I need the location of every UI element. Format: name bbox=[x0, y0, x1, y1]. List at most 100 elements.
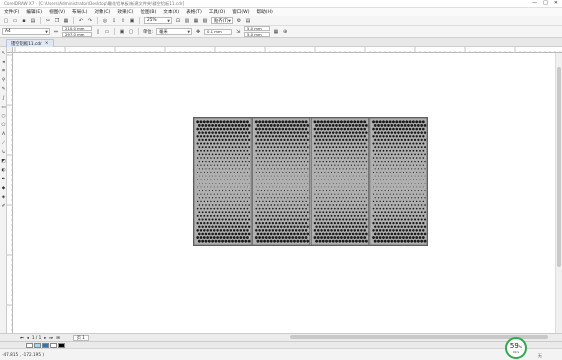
cursor-coordinates: -47.815 , -172.195 ) bbox=[2, 352, 44, 357]
publish-pdf-icon[interactable]: ▣ bbox=[129, 18, 135, 24]
previous-page-icon[interactable]: ◂ bbox=[27, 335, 29, 340]
first-page-icon[interactable]: ⏮ bbox=[20, 335, 24, 340]
menu-edit[interactable]: 编辑(E) bbox=[25, 9, 43, 15]
rectangle-tool-icon[interactable]: ▭ bbox=[1, 105, 6, 110]
menu-window[interactable]: 窗口(W) bbox=[231, 9, 250, 15]
network-speed-gauge[interactable]: 59% 0K/s bbox=[505, 337, 527, 359]
chevron-down-icon: ▼ bbox=[167, 18, 170, 23]
vertical-scroll-thumb[interactable] bbox=[557, 67, 561, 267]
units-select[interactable]: 毫米 ▼ bbox=[156, 28, 193, 35]
menu-table[interactable]: 表格(T) bbox=[185, 9, 203, 15]
rulers-icon[interactable]: ▥ bbox=[184, 18, 190, 24]
maximize-button[interactable]: □ bbox=[543, 0, 548, 6]
vertical-scrollbar[interactable] bbox=[555, 53, 562, 333]
zoom-level-select[interactable]: 25% ▼ bbox=[144, 17, 172, 24]
save-icon[interactable]: ▪ bbox=[21, 18, 27, 24]
close-tab-icon[interactable]: × bbox=[45, 41, 49, 46]
snap-to-select[interactable]: 贴齐(T) ▼ bbox=[211, 17, 233, 24]
document-tab-row: 镂空铝板11.cdr × bbox=[0, 38, 562, 47]
window-controls: — □ ✕ bbox=[532, 0, 558, 6]
menu-bitmaps[interactable]: 位图(B) bbox=[139, 9, 157, 15]
menu-layout[interactable]: 布局(L) bbox=[71, 9, 88, 15]
menu-object[interactable]: 对象(C) bbox=[93, 9, 111, 15]
parallel-dimension-icon[interactable]: ⟋ bbox=[1, 141, 6, 146]
application-launcher-icon[interactable]: ▤ bbox=[245, 18, 251, 24]
close-window-button[interactable]: ✕ bbox=[554, 0, 558, 6]
outline-pen-icon[interactable]: ✐ bbox=[1, 204, 6, 209]
options-icon[interactable]: ⚙ bbox=[236, 18, 242, 24]
menu-text[interactable]: 文本(X) bbox=[162, 9, 180, 15]
all-pages-icon[interactable]: ▣ bbox=[119, 29, 125, 35]
perforated-panel-artwork[interactable] bbox=[193, 117, 428, 246]
connector-tool-icon[interactable]: ↳ bbox=[1, 150, 6, 155]
cut-icon[interactable]: ✂ bbox=[45, 18, 51, 24]
search-content-icon[interactable]: ◎ bbox=[102, 18, 108, 24]
menu-tools[interactable]: 工具(O) bbox=[208, 9, 226, 15]
new-document-icon[interactable]: ▢ bbox=[3, 18, 9, 24]
drop-shadow-icon[interactable]: ◩ bbox=[1, 159, 6, 164]
units-label: 单位: bbox=[143, 29, 154, 35]
paste-icon[interactable]: ▦ bbox=[63, 18, 69, 24]
nudge-distance-field[interactable]: 0.1 mm bbox=[204, 28, 233, 35]
import-icon[interactable]: ⇩ bbox=[111, 18, 117, 24]
artistic-media-icon[interactable]: ∫ bbox=[1, 96, 6, 101]
document-tab[interactable]: 镂空铝板11.cdr × bbox=[6, 39, 54, 47]
current-page-icon[interactable]: ▢ bbox=[128, 29, 134, 35]
menu-file[interactable]: 文件(F) bbox=[3, 9, 20, 15]
last-page-icon[interactable]: ⏭ bbox=[49, 335, 53, 340]
minimize-button[interactable]: — bbox=[532, 0, 537, 6]
ellipse-tool-icon[interactable]: ○ bbox=[1, 114, 6, 119]
eyedropper-tool-icon[interactable]: ✒ bbox=[1, 177, 6, 182]
palette-swatch[interactable] bbox=[58, 342, 65, 348]
paper-size-select[interactable]: A4 ▼ bbox=[2, 28, 50, 35]
redo-icon[interactable]: ↷ bbox=[87, 18, 93, 24]
print-icon[interactable]: ▤ bbox=[30, 18, 36, 24]
interactive-fill-icon[interactable]: ◆ bbox=[1, 186, 6, 191]
landscape-icon[interactable]: ▭ bbox=[104, 29, 110, 35]
zoom-tool-icon[interactable]: ⚲ bbox=[1, 78, 6, 83]
crop-tool-icon[interactable]: ⌗ bbox=[1, 69, 6, 74]
grid-icon[interactable]: ▦ bbox=[193, 18, 199, 24]
menu-help[interactable]: 帮助(H) bbox=[256, 9, 274, 15]
title-bar: CorelDRAW X7 - [C:\Users\Administrator\D… bbox=[0, 0, 562, 8]
open-folder-icon[interactable]: ▭ bbox=[12, 18, 18, 24]
duplicate-y-field[interactable]: 5.0 mm bbox=[244, 32, 271, 37]
document-palette bbox=[0, 341, 562, 348]
menu-view[interactable]: 视图(V) bbox=[48, 9, 66, 15]
page-size-fields: 210.0 mm 297.0 mm bbox=[62, 26, 92, 37]
quick-customize-icon[interactable]: ⊕ bbox=[282, 29, 288, 35]
copy-icon[interactable]: ❐ bbox=[54, 18, 60, 24]
undo-icon[interactable]: ↶ bbox=[78, 18, 84, 24]
duplicate-x-field[interactable]: 5.0 mm bbox=[244, 26, 271, 31]
palette-swatch[interactable] bbox=[26, 342, 33, 348]
next-page-icon[interactable]: ▸ bbox=[44, 335, 46, 340]
nudge-icon: ✥ bbox=[195, 28, 201, 35]
guidelines-icon[interactable]: ▧ bbox=[202, 18, 208, 24]
smart-fill-icon[interactable]: ◈ bbox=[1, 195, 6, 200]
edit-page-icon[interactable]: ▦ bbox=[273, 29, 279, 35]
add-page-icon[interactable]: ⊞ bbox=[56, 335, 60, 340]
property-bar: A4 ▼ ⇔ 210.0 mm 297.0 mm ▯ ▭ ▣ ▢ 单位: 毫米 … bbox=[0, 26, 562, 38]
transparency-tool-icon[interactable]: ◐ bbox=[1, 168, 6, 173]
full-screen-icon[interactable]: ⊡ bbox=[175, 18, 181, 24]
palette-swatch[interactable] bbox=[34, 342, 41, 348]
palette-swatch[interactable] bbox=[42, 342, 49, 348]
separator bbox=[97, 17, 98, 24]
portrait-icon[interactable]: ▯ bbox=[95, 29, 101, 35]
menu-effects[interactable]: 效果(C) bbox=[116, 9, 134, 15]
polygon-tool-icon[interactable]: ⬠ bbox=[1, 123, 6, 128]
page-tab[interactable]: 页 1 bbox=[72, 334, 89, 341]
page-height-field[interactable]: 297.0 mm bbox=[62, 32, 92, 37]
text-tool-icon[interactable]: A bbox=[1, 132, 6, 137]
shape-tool-icon[interactable]: ◂ bbox=[1, 60, 6, 65]
page-counter: 1 / 1 bbox=[31, 335, 42, 340]
chevron-down-icon: ▼ bbox=[228, 18, 231, 23]
page-width-field[interactable]: 210.0 mm bbox=[62, 26, 92, 31]
toolbox: ↖ ◂ ⌗ ⚲ ✎ ∫ ▭ ○ ⬠ A ⟋ ↳ ◩ ◐ ✒ ◆ ◈ ✐ bbox=[0, 47, 7, 333]
zoom-level-value: 25% bbox=[147, 18, 157, 23]
freehand-tool-icon[interactable]: ✎ bbox=[1, 87, 6, 92]
status-bar: -47.815 , -172.195 ) 无 bbox=[0, 348, 562, 360]
pick-tool-icon[interactable]: ↖ bbox=[1, 51, 6, 56]
palette-swatch[interactable] bbox=[50, 342, 57, 348]
export-icon[interactable]: ⇧ bbox=[120, 18, 126, 24]
